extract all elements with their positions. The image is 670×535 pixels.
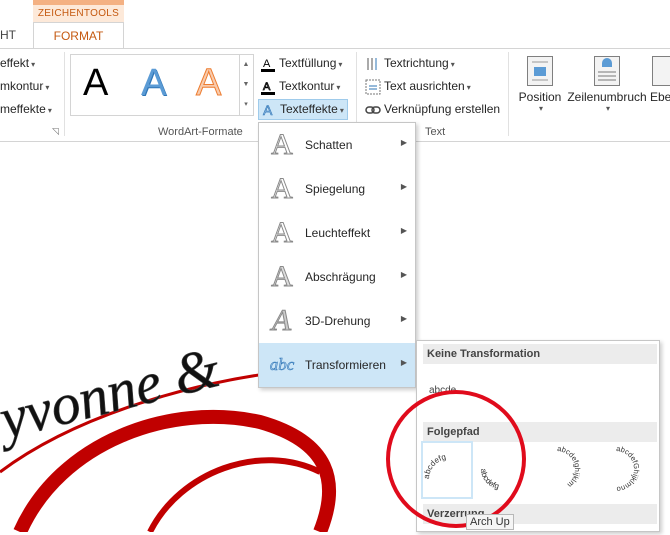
texteffekte-label: Texteffekte (280, 102, 338, 116)
link-icon (365, 102, 381, 118)
chevron-down-icon: ▾ (538, 104, 543, 113)
chevron-down-icon: ▾ (339, 106, 344, 115)
menu-item-transformieren[interactable]: abc Transformieren ▶ (259, 343, 415, 387)
context-group-label: ZEICHENTOOLS (33, 5, 124, 23)
svg-text:A: A (263, 102, 273, 118)
circle-text: abcdefghijklm (557, 444, 582, 489)
form-outline-item[interactable]: mkontur ▾ (0, 77, 49, 95)
texteffekte-button[interactable]: A Texteffekte ▾ (258, 99, 348, 120)
transform-circle[interactable]: abcdefghijklm (531, 441, 583, 499)
no-transform-header: Keine Transformation (423, 344, 657, 364)
chevron-right-icon: ▶ (400, 182, 407, 191)
menu-item-label: Leuchteffekt (305, 226, 371, 240)
gallery-down-icon[interactable]: ▼ (240, 75, 252, 95)
menu-item-3d-drehung[interactable]: A 3D-Drehung ▶ (259, 299, 415, 343)
text-group-label: Text (425, 126, 446, 138)
gallery-scroller: ▲ ▼ ▾ (240, 54, 254, 116)
bevel-effect-icon: A (271, 260, 294, 293)
menu-item-label: 3D-Drehung (305, 314, 371, 328)
textfuellung-button[interactable]: A Textfüllung ▾ (260, 54, 342, 72)
wordart-style-orange[interactable]: A (195, 62, 221, 105)
ebene-label: Ebe (650, 90, 670, 104)
wordart-style-black[interactable]: A (83, 62, 108, 105)
text-ausrichten-button[interactable]: Text ausrichten ▾ (365, 77, 471, 95)
text-ausrichten-label: Text ausrichten (384, 79, 465, 93)
form-effects-label: meffekte (0, 102, 46, 116)
form-effect-label: effekt (0, 56, 30, 70)
tab-previous[interactable]: HT (0, 28, 16, 42)
form-outline-label: mkontur (0, 79, 44, 93)
chevron-down-icon: ▾ (450, 60, 455, 69)
3d-rotation-icon: A (268, 304, 296, 338)
svg-text:A: A (263, 81, 271, 93)
tooltip: Arch Up (466, 514, 514, 530)
textrichtung-label: Textrichtung (384, 56, 449, 70)
gallery-up-icon[interactable]: ▲ (240, 55, 252, 75)
group-separator (508, 52, 509, 136)
menu-item-label: Transformieren (305, 358, 386, 372)
transform-button[interactable]: abcdefGhijklmno (587, 441, 641, 499)
zeilenumbruch-button[interactable]: Zeilenumbruch ▾ (566, 56, 648, 113)
chevron-right-icon: ▶ (400, 226, 407, 235)
chevron-down-icon: ▾ (47, 106, 52, 115)
button-text: abcdefGhijklmno (616, 444, 641, 494)
zeilenumbruch-label: Zeilenumbruch (567, 90, 647, 104)
position-label: Position (518, 90, 562, 104)
dialog-launcher-icon[interactable]: ◹ (52, 126, 59, 137)
text-direction-icon (365, 56, 381, 72)
chevron-right-icon: ▶ (400, 270, 407, 279)
position-icon (527, 56, 553, 86)
verknuepfung-label: Verknüpfung erstellen (384, 102, 501, 116)
align-text-icon (365, 79, 381, 95)
wordart-style-blue[interactable]: A (141, 62, 166, 105)
reflection-effect-icon: A (271, 172, 294, 205)
chevron-down-icon: ▾ (31, 60, 36, 69)
textrichtung-button[interactable]: Textrichtung ▾ (365, 54, 455, 72)
wordart-group-label: WordArt-Formate (158, 126, 243, 138)
chevron-right-icon: ▶ (400, 314, 407, 323)
form-effects-item[interactable]: meffekte ▾ (0, 100, 52, 118)
glow-effect-icon: A (271, 216, 294, 249)
group-separator (64, 52, 65, 136)
chevron-down-icon: ▾ (45, 83, 50, 92)
chevron-right-icon: ▶ (400, 138, 407, 147)
menu-item-abschraegung[interactable]: A Abschrägung ▶ (259, 255, 415, 299)
menu-item-spiegelung[interactable]: A Spiegelung ▶ (259, 167, 415, 211)
position-button[interactable]: Position ▾ (516, 56, 564, 113)
wrap-text-icon (594, 56, 620, 86)
transform-effect-icon: abc (269, 355, 295, 375)
text-fill-icon: A (260, 56, 276, 72)
chevron-down-icon: ▾ (338, 60, 343, 69)
menu-item-label: Spiegelung (305, 182, 366, 196)
layer-icon (652, 56, 670, 86)
tab-format[interactable]: FORMAT (33, 22, 124, 49)
textkontur-label: Textkontur (279, 79, 335, 93)
form-effect-item[interactable]: effekt ▾ (0, 54, 35, 72)
textkontur-button[interactable]: A Textkontur ▾ (260, 77, 340, 95)
gallery-more-icon[interactable]: ▾ (240, 95, 252, 115)
chevron-down-icon: ▾ (336, 83, 341, 92)
svg-text:A: A (263, 58, 271, 70)
shadow-effect-icon: A (271, 128, 294, 161)
chevron-right-icon: ▶ (400, 358, 407, 367)
text-outline-icon: A (260, 79, 276, 95)
ebene-button[interactable]: Ebe (650, 56, 670, 104)
menu-item-schatten[interactable]: A Schatten ▶ (259, 123, 415, 167)
chevron-down-icon: ▾ (466, 83, 471, 92)
menu-item-label: Abschrägung (305, 270, 376, 284)
menu-item-leuchteffekt[interactable]: A Leuchteffekt ▶ (259, 211, 415, 255)
verknuepfung-button[interactable]: Verknüpfung erstellen (365, 100, 500, 118)
menu-item-label: Schatten (305, 138, 353, 152)
chevron-down-icon: ▾ (605, 104, 610, 113)
annotation-circle (386, 390, 526, 528)
texteffekte-menu: A Schatten ▶ A Spiegelung ▶ A Leuchteffe… (258, 122, 416, 388)
textfuellung-label: Textfüllung (279, 56, 337, 70)
text-effects-icon: A (261, 102, 277, 119)
